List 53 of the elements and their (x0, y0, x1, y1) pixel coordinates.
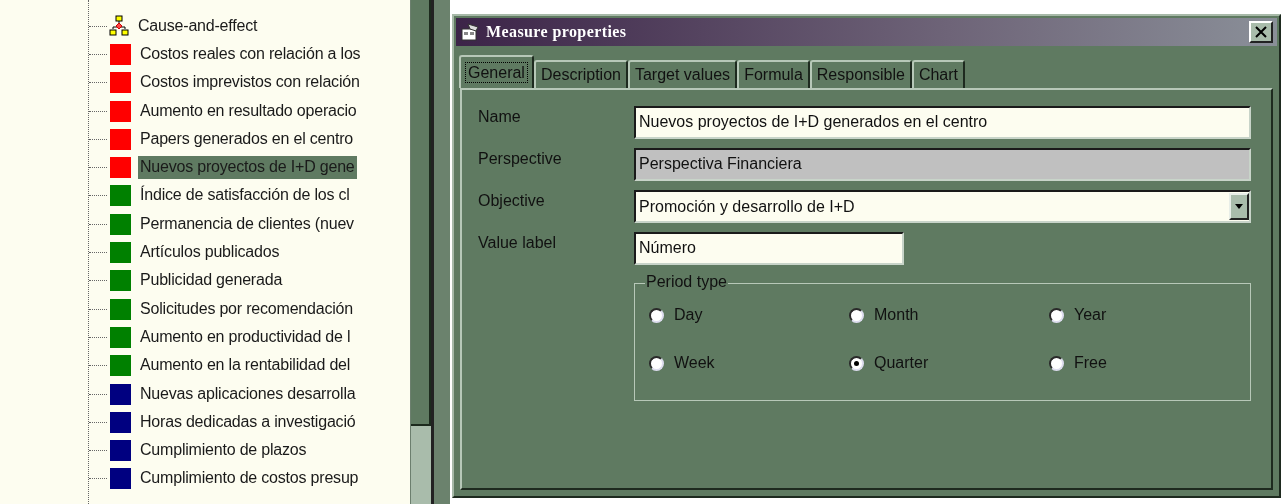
tree-item[interactable]: Nuevas aplicaciones desarrolla (138, 382, 358, 406)
close-icon (1254, 26, 1268, 38)
radio-button[interactable] (649, 355, 664, 371)
tree-item[interactable]: Nuevos proyectos de I+D gene (138, 156, 357, 180)
tab[interactable]: Chart (911, 60, 965, 88)
input-field[interactable]: Número (634, 232, 904, 265)
window-icon (460, 23, 480, 41)
splitter[interactable] (431, 0, 450, 504)
tree-item[interactable]: Publicidad generada (138, 269, 285, 293)
field-label: Perspective (478, 149, 563, 169)
tree-item[interactable]: Artículos publicados (138, 241, 282, 264)
window-title: Measure properties (486, 23, 628, 41)
tab[interactable]: Formula (737, 60, 810, 88)
radio-label[interactable]: Week (674, 354, 715, 372)
radio-button[interactable] (1049, 355, 1064, 371)
tree-item[interactable]: Cause-and-effect (136, 14, 260, 38)
tree-item[interactable]: Cumplimiento de plazos (138, 439, 309, 463)
radio-label[interactable]: Year (1074, 306, 1107, 324)
caret-icon (1235, 204, 1243, 209)
tab[interactable]: Description (533, 60, 628, 88)
dropdown-field[interactable]: Promoción y desarrollo de I+D (634, 190, 1251, 223)
field-label: Objective (478, 191, 546, 211)
tree-item[interactable]: Horas dedicadas a investigació (138, 410, 358, 434)
dropdown-button[interactable] (1229, 193, 1249, 220)
tree-item[interactable]: Permanencia de clientes (nuev (138, 212, 356, 236)
tree-item[interactable]: Cumplimiento de costos presup (138, 467, 361, 491)
radio-label[interactable]: Day (674, 306, 703, 324)
tab[interactable]: Responsible (809, 60, 912, 88)
diagram-icon (108, 15, 130, 38)
radio-label[interactable]: Free (1074, 354, 1107, 372)
tree-item[interactable]: Costos imprevistos con relación (138, 71, 362, 95)
tree-item[interactable]: Índice de satisfacción de los cl (138, 184, 352, 208)
field-label: Value label (478, 233, 557, 253)
tree-item[interactable]: Costos reales con relación a los (138, 42, 363, 66)
scrollbar-thumb[interactable] (411, 0, 431, 426)
group-label: Period type (645, 273, 728, 291)
radio-button[interactable] (1049, 307, 1064, 323)
radio-button[interactable] (849, 355, 864, 371)
radio-button[interactable] (649, 307, 664, 323)
radio-label[interactable]: Quarter (874, 354, 929, 372)
scrollbar[interactable] (410, 0, 431, 504)
tree-item[interactable]: Solicitudes por recomendación (138, 297, 355, 321)
tree-item[interactable]: Aumento en resultado operacio (138, 99, 359, 123)
tree-item[interactable]: Aumento en la rentabilidad del (138, 354, 353, 378)
tree-item[interactable]: Papers generados en el centro (138, 127, 355, 151)
close-button[interactable] (1249, 21, 1273, 43)
radio-label[interactable]: Month (874, 306, 919, 324)
tab[interactable]: Target values (627, 60, 738, 88)
input-field[interactable]: Nuevos proyectos de I+D generados en el centro (634, 106, 1251, 139)
field-label: Name (478, 107, 522, 127)
tab[interactable]: General (459, 55, 534, 88)
radio-button[interactable] (849, 307, 864, 323)
tree-item[interactable]: Aumento en productividad de l (138, 325, 353, 349)
